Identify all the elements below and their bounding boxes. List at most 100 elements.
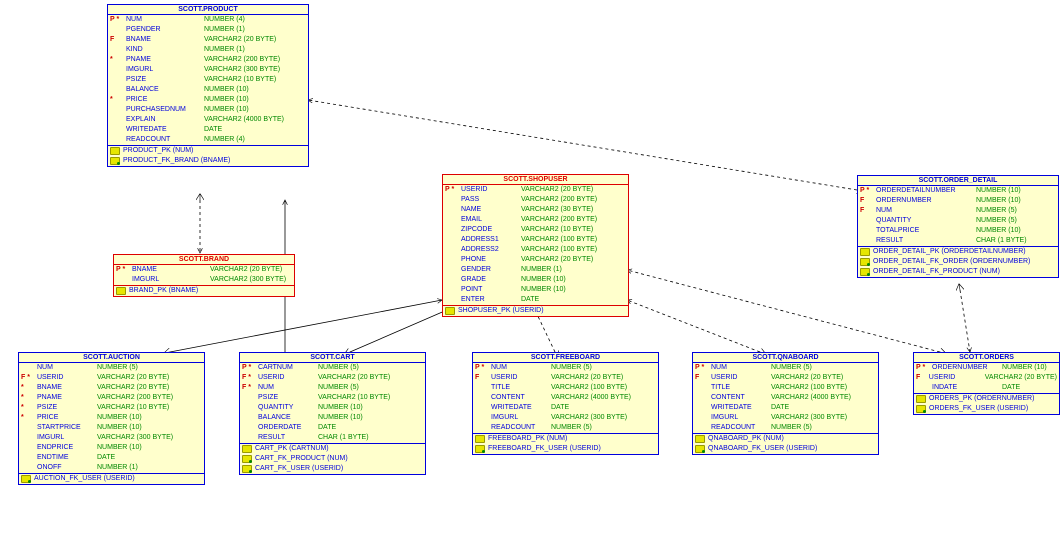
foreign-key-icon bbox=[110, 157, 120, 165]
columns: P *CARTNUMNUMBER (5)F *USERIDVARCHAR2 (2… bbox=[240, 363, 425, 443]
column-flags bbox=[445, 285, 461, 295]
column-row: RESULTCHAR (1 BYTE) bbox=[858, 236, 1058, 246]
entity-freeboard[interactable]: SCOTT.FREEBOARD P *NUMNUMBER (5)FUSERIDV… bbox=[472, 352, 659, 455]
key-label: AUCTION_FK_USER (USERID) bbox=[34, 474, 135, 484]
column-row: IMGURLVARCHAR2 (300 BYTE) bbox=[114, 275, 294, 285]
foreign-key-icon bbox=[21, 475, 31, 483]
column-name: IMGURL bbox=[132, 275, 210, 285]
column-flags: P * bbox=[695, 363, 711, 373]
entity-brand[interactable]: SCOTT.BRAND P *BNAMEVARCHAR2 (20 BYTE)IM… bbox=[113, 254, 295, 297]
column-row: BALANCENUMBER (10) bbox=[240, 413, 425, 423]
column-flags: F bbox=[860, 196, 876, 206]
column-type: DATE bbox=[521, 295, 539, 305]
column-type: NUMBER (5) bbox=[318, 363, 359, 373]
key-label: CART_PK (CARTNUM) bbox=[255, 444, 329, 454]
foreign-key-icon bbox=[860, 268, 870, 276]
column-flags bbox=[242, 413, 258, 423]
column-flags bbox=[475, 383, 491, 393]
column-row: P *NUMNUMBER (5) bbox=[693, 363, 878, 373]
entity-product[interactable]: SCOTT.PRODUCT P *NUMNUMBER (4)PGENDERNUM… bbox=[107, 4, 309, 167]
entity-cart[interactable]: SCOTT.CART P *CARTNUMNUMBER (5)F *USERID… bbox=[239, 352, 426, 475]
column-row: KINDNUMBER (1) bbox=[108, 45, 308, 55]
entity-order-detail[interactable]: SCOTT.ORDER_DETAIL P *ORDERDETAILNUMBERN… bbox=[857, 175, 1059, 278]
keys: AUCTION_FK_USER (USERID) bbox=[19, 473, 204, 484]
column-type: VARCHAR2 (20 BYTE) bbox=[210, 265, 282, 275]
entity-shopuser[interactable]: SCOTT.SHOPUSER P *USERIDVARCHAR2 (20 BYT… bbox=[442, 174, 629, 317]
column-flags: P * bbox=[916, 363, 932, 373]
columns: P *ORDERNUMBERNUMBER (10)FUSERIDVARCHAR2… bbox=[914, 363, 1059, 393]
column-type: NUMBER (10) bbox=[97, 423, 142, 433]
column-flags bbox=[110, 45, 126, 55]
column-row: EMAILVARCHAR2 (200 BYTE) bbox=[443, 215, 628, 225]
foreign-key-row: AUCTION_FK_USER (USERID) bbox=[19, 474, 204, 484]
key-icon bbox=[445, 307, 455, 315]
column-row: WRITEDATEDATE bbox=[693, 403, 878, 413]
column-flags: F * bbox=[242, 373, 258, 383]
column-flags bbox=[445, 275, 461, 285]
column-type: DATE bbox=[318, 423, 336, 433]
column-name: WRITEDATE bbox=[711, 403, 771, 413]
columns: P *NUMNUMBER (5)FUSERIDVARCHAR2 (20 BYTE… bbox=[693, 363, 878, 433]
column-row: TOTALPRICENUMBER (10) bbox=[858, 226, 1058, 236]
column-type: VARCHAR2 (20 BYTE) bbox=[204, 35, 276, 45]
column-type: VARCHAR2 (300 BYTE) bbox=[771, 413, 847, 423]
keys: FREEBOARD_PK (NUM)FREEBOARD_FK_USER (USE… bbox=[473, 433, 658, 454]
entity-title: SCOTT.AUCTION bbox=[19, 353, 204, 363]
column-name: BALANCE bbox=[258, 413, 318, 423]
column-name: ENDPRICE bbox=[37, 443, 97, 453]
column-flags bbox=[242, 423, 258, 433]
entity-qnaboard[interactable]: SCOTT.QNABOARD P *NUMNUMBER (5)FUSERIDVA… bbox=[692, 352, 879, 455]
column-name: PASS bbox=[461, 195, 521, 205]
column-row: FUSERIDVARCHAR2 (20 BYTE) bbox=[473, 373, 658, 383]
column-type: VARCHAR2 (200 BYTE) bbox=[521, 195, 597, 205]
column-flags bbox=[110, 75, 126, 85]
column-flags bbox=[860, 216, 876, 226]
key-label: FREEBOARD_PK (NUM) bbox=[488, 434, 567, 444]
column-flags bbox=[445, 235, 461, 245]
column-name: PURCHASEDNUM bbox=[126, 105, 204, 115]
column-row: WRITEDATEDATE bbox=[108, 125, 308, 135]
column-name: BNAME bbox=[37, 383, 97, 393]
column-type: NUMBER (4) bbox=[204, 15, 245, 25]
column-flags: F bbox=[860, 206, 876, 216]
column-name: READCOUNT bbox=[126, 135, 204, 145]
column-type: NUMBER (1) bbox=[204, 25, 245, 35]
key-icon bbox=[695, 435, 705, 443]
column-flags: * bbox=[21, 383, 37, 393]
column-row: ENTERDATE bbox=[443, 295, 628, 305]
column-row: READCOUNTNUMBER (5) bbox=[693, 423, 878, 433]
column-name: TITLE bbox=[491, 383, 551, 393]
foreign-key-row: QNABOARD_FK_USER (USERID) bbox=[693, 444, 878, 454]
keys: SHOPUSER_PK (USERID) bbox=[443, 305, 628, 316]
key-label: QNABOARD_PK (NUM) bbox=[708, 434, 784, 444]
column-row: P *ORDERDETAILNUMBERNUMBER (10) bbox=[858, 186, 1058, 196]
column-row: NUMNUMBER (5) bbox=[19, 363, 204, 373]
entity-auction[interactable]: SCOTT.AUCTION NUMNUMBER (5)F *USERIDVARC… bbox=[18, 352, 205, 485]
column-flags bbox=[445, 215, 461, 225]
column-type: DATE bbox=[551, 403, 569, 413]
column-type: VARCHAR2 (4000 BYTE) bbox=[204, 115, 284, 125]
column-type: NUMBER (10) bbox=[97, 413, 142, 423]
column-type: NUMBER (1) bbox=[97, 463, 138, 473]
column-type: VARCHAR2 (30 BYTE) bbox=[521, 205, 593, 215]
column-name: IMGURL bbox=[711, 413, 771, 423]
column-name: PRICE bbox=[126, 95, 204, 105]
column-type: NUMBER (10) bbox=[976, 226, 1021, 236]
column-flags: F bbox=[916, 373, 929, 383]
column-name: NUM bbox=[37, 363, 97, 373]
column-flags: P * bbox=[445, 185, 461, 195]
column-name: ONOFF bbox=[37, 463, 97, 473]
column-type: NUMBER (1) bbox=[204, 45, 245, 55]
column-type: VARCHAR2 (200 BYTE) bbox=[204, 55, 280, 65]
key-label: CART_FK_USER (USERID) bbox=[255, 464, 343, 474]
column-type: VARCHAR2 (300 BYTE) bbox=[204, 65, 280, 75]
column-name: STARTPRICE bbox=[37, 423, 97, 433]
columns: P *NUMNUMBER (4)PGENDERNUMBER (1)FBNAMEV… bbox=[108, 15, 308, 145]
column-flags bbox=[110, 105, 126, 115]
entity-orders[interactable]: SCOTT.ORDERS P *ORDERNUMBERNUMBER (10)FU… bbox=[913, 352, 1060, 415]
column-flags: * bbox=[21, 413, 37, 423]
column-flags bbox=[21, 423, 37, 433]
column-type: CHAR (1 BYTE) bbox=[318, 433, 369, 443]
key-label: ORDER_DETAIL_FK_ORDER (ORDERNUMBER) bbox=[873, 257, 1030, 267]
column-name: USERID bbox=[929, 373, 985, 383]
